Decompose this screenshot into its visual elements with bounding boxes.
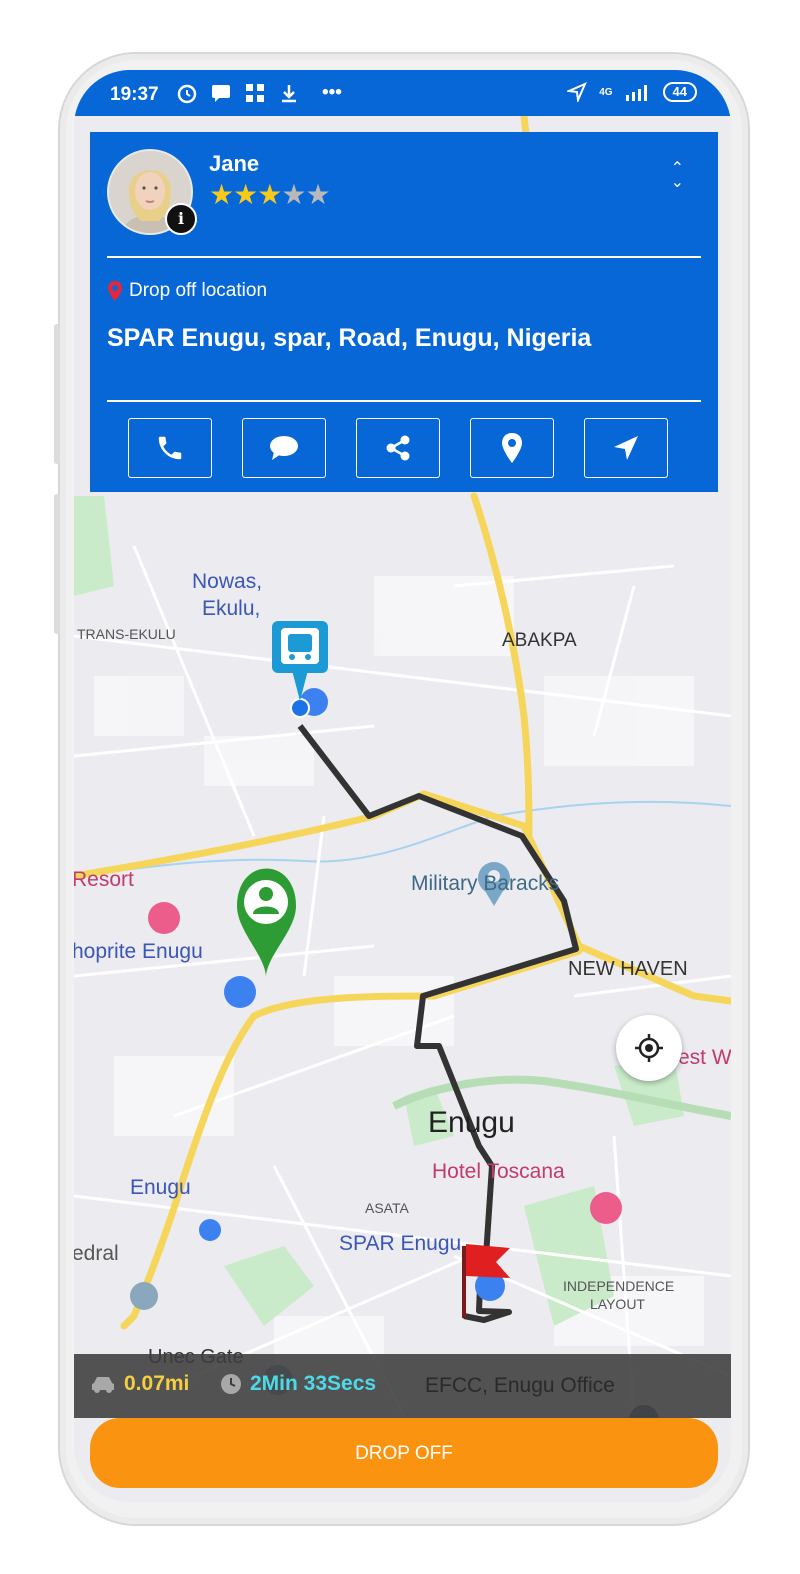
location-button[interactable] [470,418,554,478]
map-label-layout: LAYOUT [590,1296,645,1312]
rating-stars: ★★★★★ [209,178,331,211]
map-label-hotel: Hotel Toscana [432,1160,565,1183]
my-location-button[interactable] [616,1015,682,1081]
info-icon[interactable]: i [165,203,197,235]
expand-collapse-icon[interactable]: ⌃ ⌄ [671,161,684,191]
navigate-button[interactable] [584,418,668,478]
map-label-enugu-city: Enugu [428,1106,515,1139]
chat-button[interactable] [242,418,326,478]
map-label-efcc: EFCC, Enugu Office [425,1374,615,1397]
map-label-enugu-station: Enugu [130,1176,191,1199]
power-button [54,494,60,634]
crosshair-icon [635,1034,663,1062]
action-buttons [128,418,668,478]
map-label-new-haven: NEW HAVEN [568,958,688,980]
map-label-resort: Resort [74,868,134,891]
battery-icon: 44 [662,82,697,102]
divider [107,400,701,402]
signal-icon [625,85,647,101]
map-label-asata: ASATA [365,1200,409,1216]
map-label-abakpa: ABAKPA [502,630,577,651]
drop-off-address: SPAR Enugu, spar, Road, Enugu, Nigeria [107,324,592,352]
trip-distance: 0.07mi [124,1372,190,1395]
share-button[interactable] [356,418,440,478]
trip-summary-bar: 0.07mi 2Min 33Secs EFCC, Enugu Office [74,1354,731,1418]
drop-off-label: Drop off location [129,280,268,301]
drop-off-button[interactable]: DROP OFF [90,1418,718,1488]
apps-icon [246,84,264,102]
map-label-nowas: Nowas, [192,570,263,593]
phone-screen: Nowas, Ekulu, TRANS-EKULU ABAKPA Resort … [74,70,731,1502]
network-type: 4G [599,86,613,98]
call-button[interactable] [128,418,212,478]
volume-button [54,324,60,464]
star-empty-icon: ★ [305,179,330,210]
divider [107,256,701,258]
navigate-icon [614,436,638,460]
chat-icon [270,436,298,460]
trip-eta: 2Min 33Secs [250,1372,377,1395]
location-pin-icon [502,433,522,463]
map-label-ekulu: Ekulu, [202,597,261,620]
map-label-shoprite: hoprite Enugu [74,940,203,963]
star-filled-icon: ★ [233,179,258,210]
map-label-military: Military Baracks [411,872,560,895]
map-label-trans-ekulu: TRANS-EKULU [77,626,176,642]
map-label-cathedral: edral [74,1242,119,1265]
clock-icon [221,1374,241,1394]
map-label-west: est W [678,1046,731,1069]
star-empty-icon: ★ [281,179,306,210]
star-filled-icon: ★ [209,179,234,210]
driver-name: Jane [209,151,260,176]
star-filled-icon: ★ [257,179,282,210]
status-time: 19:37 [110,84,159,105]
phone-icon [158,436,182,460]
alarm-icon [177,84,197,104]
map-label-independence: INDEPENDENCE [563,1278,675,1294]
gps-icon [567,82,588,102]
share-icon [386,435,410,461]
status-bar: 19:37 ••• 4G 44 [74,70,731,116]
location-pin-icon [108,281,122,301]
trip-info-card: i Jane ★★★★★ ⌃ ⌄ Drop off location SPAR E… [90,132,718,492]
map-label-spar: SPAR Enugu [339,1232,462,1255]
message-icon [212,85,230,102]
car-icon [92,1377,114,1393]
more-notifications-icon: ••• [322,82,342,103]
download-icon [282,85,296,103]
